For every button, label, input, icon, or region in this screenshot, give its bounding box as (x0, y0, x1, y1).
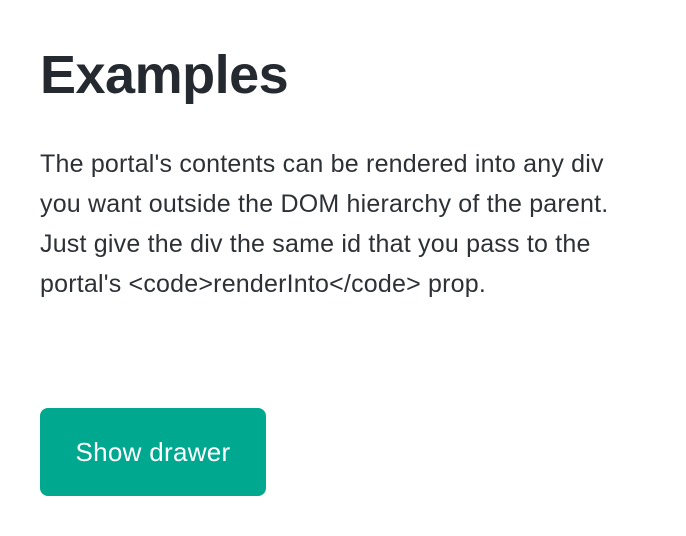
portal-description: The portal's contents can be rendered in… (40, 150, 609, 298)
page: Examples The portal's contents can be re… (0, 0, 686, 536)
show-drawer-button[interactable]: Show drawer (40, 408, 266, 496)
page-title: Examples (40, 45, 289, 105)
